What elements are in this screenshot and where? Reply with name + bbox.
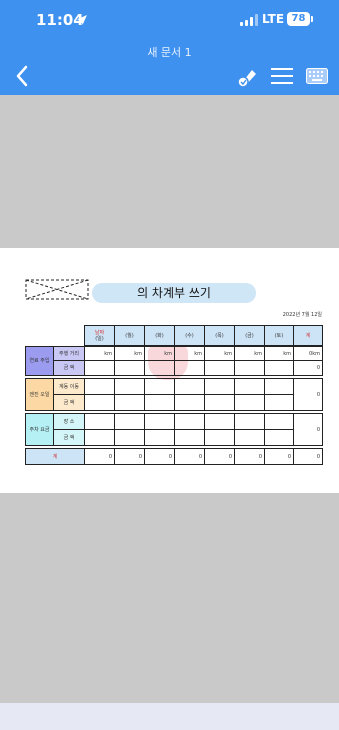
engine-amount-label: 금 액 [53,394,85,411]
engine-amount-cell[interactable] [174,394,205,411]
sum-cell: 0 [264,448,294,465]
header-day-3: (수) [174,325,205,346]
parking-amount-cell[interactable] [204,429,235,446]
back-icon[interactable] [14,64,32,88]
pen-mode-icon[interactable] [235,66,259,88]
document-date[interactable]: 2022년 7월 12일 [200,311,322,318]
parking-amount-cell[interactable] [144,429,175,446]
fuel-distance-cell[interactable]: km [114,346,145,361]
engine-change-cell[interactable] [174,378,205,395]
parking-total: 0 [293,413,323,446]
document-title[interactable]: 새 문서 1 [0,44,339,60]
fuel-amount-cell[interactable] [264,360,294,376]
parking-place-cell[interactable] [114,413,145,430]
top-app-bar: 11:04 LTE 78 새 문서 1 [0,0,339,95]
engine-change-cell[interactable] [114,378,145,395]
engine-total: 0 [293,378,323,411]
engine-change-cell[interactable] [204,378,235,395]
parking-amount-cell[interactable] [84,429,115,446]
parking-amount-cell[interactable] [234,429,265,446]
location-arrow-icon [77,15,87,25]
parking-place-cell[interactable] [204,413,235,430]
parking-amount-label: 금 액 [53,429,85,446]
fuel-amount-cell[interactable] [84,360,115,376]
parking-label: 주차 요금 [25,413,54,446]
status-bar: 11:04 LTE 78 [0,0,339,40]
fuel-distance-cell[interactable]: km [84,346,115,361]
fuel-distance-cell[interactable]: km [144,346,175,361]
menu-icon[interactable] [271,68,293,84]
sum-cell: 0 [204,448,235,465]
document-heading[interactable]: 의 차계부 쓰기 [92,283,256,303]
keyboard-icon[interactable] [306,68,328,84]
engine-label: 엔진 오일 [25,378,54,411]
fuel-distance-cell[interactable]: km [204,346,235,361]
header-day-1: (월) [114,325,145,346]
sum-cell: 0 [144,448,175,465]
engine-change-label: 계동 이동 [53,378,85,395]
engine-amount-cell[interactable] [234,394,265,411]
header-day-0: 날짜 (일) [84,325,115,346]
parking-place-cell[interactable] [234,413,265,430]
fuel-amount-cell[interactable] [234,360,265,376]
battery-icon: 78 [287,12,313,26]
engine-change-cell[interactable] [264,378,294,395]
header-day-2: (화) [144,325,175,346]
sum-cell: 0 [114,448,145,465]
fuel-amount-cell[interactable] [204,360,235,376]
sum-cell: 0 [234,448,265,465]
date-label: 날짜 [94,329,105,336]
fuel-label: 연료 주입 [25,346,54,376]
bottom-bar [0,703,339,730]
sum-cell: 0 [84,448,115,465]
engine-change-cell[interactable] [144,378,175,395]
fuel-distance-cell[interactable]: km [264,346,294,361]
network-type: LTE [262,12,285,26]
parking-amount-cell[interactable] [174,429,205,446]
parking-place-cell[interactable] [84,413,115,430]
parking-place-cell[interactable] [144,413,175,430]
engine-amount-cell[interactable] [144,394,175,411]
header-day-4: (목) [204,325,235,346]
fuel-amount-cell[interactable] [174,360,205,376]
fuel-distance-label: 주행 거리 [53,346,85,361]
fuel-amount-cell[interactable] [114,360,145,376]
parking-place-label: 장 소 [53,413,85,430]
header-day-5: (금) [234,325,265,346]
engine-change-cell[interactable] [234,378,265,395]
parking-amount-cell[interactable] [114,429,145,446]
engine-amount-cell[interactable] [114,394,145,411]
fuel-amount-total: 0 [293,360,323,376]
engine-amount-cell[interactable] [204,394,235,411]
image-placeholder[interactable] [25,279,89,300]
engine-change-cell[interactable] [84,378,115,395]
fuel-amount-cell[interactable] [144,360,175,376]
fuel-distance-cell[interactable]: km [234,346,265,361]
engine-amount-cell[interactable] [84,394,115,411]
fuel-distance-cell[interactable]: km [174,346,205,361]
engine-amount-cell[interactable] [264,394,294,411]
sum-label: 계 [25,448,85,465]
parking-amount-cell[interactable] [264,429,294,446]
header-total: 계 [293,325,323,346]
parking-place-cell[interactable] [174,413,205,430]
sum-cell: 0 [293,448,323,465]
sum-cell: 0 [174,448,205,465]
signal-icon [240,14,258,26]
fuel-distance-total: 0km [293,346,323,361]
fuel-amount-label: 금 액 [53,360,85,376]
header-day-6: (토) [264,325,294,346]
parking-place-cell[interactable] [264,413,294,430]
